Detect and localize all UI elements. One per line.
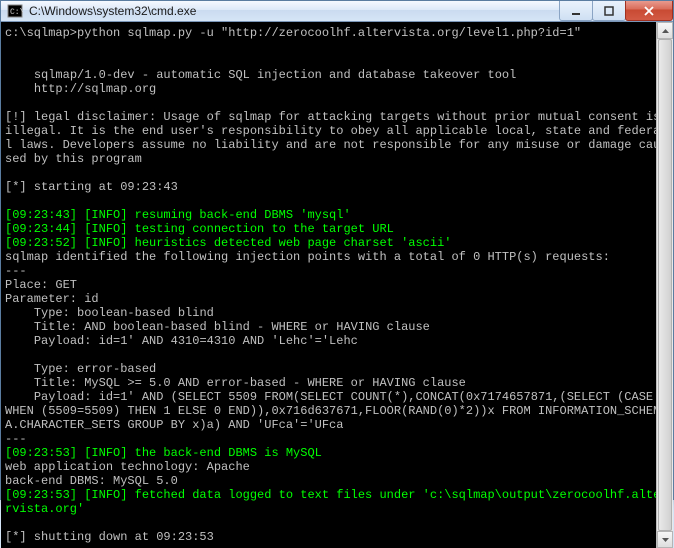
terminal-line: sqlmap identified the following injectio…	[5, 250, 667, 264]
maximize-button[interactable]	[592, 1, 626, 21]
terminal-line	[5, 516, 667, 530]
terminal-line: [09:23:43] [INFO] resuming back-end DBMS…	[5, 208, 667, 222]
window-controls	[560, 1, 673, 21]
minimize-button[interactable]	[559, 1, 593, 21]
terminal-line	[5, 40, 667, 54]
terminal-line: Parameter: id	[5, 292, 667, 306]
scroll-thumb[interactable]	[658, 39, 672, 531]
terminal-line	[5, 194, 667, 208]
terminal-line: [!] legal disclaimer: Usage of sqlmap fo…	[5, 110, 667, 166]
cmd-icon: C:\	[7, 3, 23, 19]
terminal-line: [09:23:53] [INFO] the back-end DBMS is M…	[5, 446, 667, 460]
terminal-line: back-end DBMS: MySQL 5.0	[5, 474, 667, 488]
terminal-line: web application technology: Apache	[5, 460, 667, 474]
cmd-window: C:\ C:\Windows\system32\cmd.exe c:\sqlma…	[0, 0, 674, 500]
terminal-line: Type: boolean-based blind	[5, 306, 667, 320]
terminal-line: sqlmap/1.0-dev - automatic SQL injection…	[5, 68, 667, 82]
scroll-track[interactable]	[657, 39, 673, 531]
terminal-line: Title: AND boolean-based blind - WHERE o…	[5, 320, 667, 334]
terminal-line	[5, 54, 667, 68]
scroll-up-button[interactable]	[657, 22, 673, 39]
scroll-down-button[interactable]	[657, 531, 673, 548]
terminal-line: ---	[5, 264, 667, 278]
terminal-line: Type: error-based	[5, 362, 667, 376]
terminal-line: [09:23:52] [INFO] heuristics detected we…	[5, 236, 667, 250]
close-button[interactable]	[625, 1, 673, 21]
terminal-line: ---	[5, 432, 667, 446]
terminal-line: Place: GET	[5, 278, 667, 292]
terminal-line: [09:23:44] [INFO] testing connection to …	[5, 222, 667, 236]
terminal-line: [*] starting at 09:23:43	[5, 180, 667, 194]
svg-text:C:\: C:\	[10, 8, 23, 17]
terminal-line	[5, 348, 667, 362]
terminal-line: Payload: id=1' AND (SELECT 5509 FROM(SEL…	[5, 390, 667, 432]
terminal-line: Title: MySQL >= 5.0 AND error-based - WH…	[5, 376, 667, 390]
titlebar[interactable]: C:\ C:\Windows\system32\cmd.exe	[1, 1, 673, 22]
terminal-line: [*] shutting down at 09:23:53	[5, 530, 667, 544]
terminal-line	[5, 166, 667, 180]
terminal-line: Payload: id=1' AND 4310=4310 AND 'Lehc'=…	[5, 334, 667, 348]
terminal-output[interactable]: c:\sqlmap>python sqlmap.py -u "http://ze…	[1, 22, 673, 548]
terminal-line	[5, 96, 667, 110]
terminal-line: [09:23:53] [INFO] fetched data logged to…	[5, 488, 667, 516]
terminal-line: c:\sqlmap>python sqlmap.py -u "http://ze…	[5, 26, 667, 40]
window-title: C:\Windows\system32\cmd.exe	[29, 4, 560, 18]
vertical-scrollbar[interactable]	[656, 22, 673, 548]
terminal-line: http://sqlmap.org	[5, 82, 667, 96]
content-area: c:\sqlmap>python sqlmap.py -u "http://ze…	[1, 22, 673, 548]
